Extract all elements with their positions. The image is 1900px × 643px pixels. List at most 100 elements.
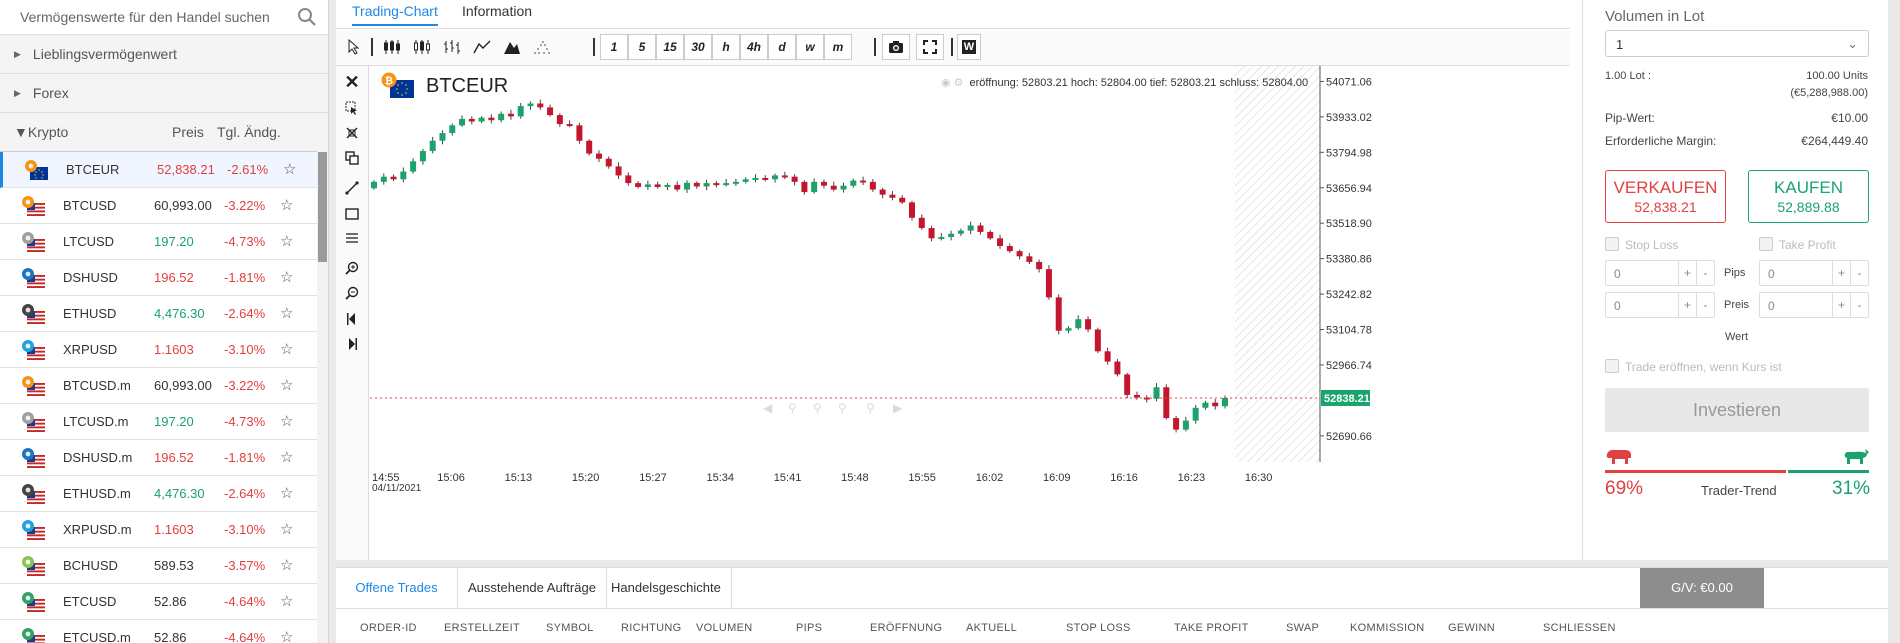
timeframe-button[interactable]: 1 [600,34,628,60]
star-icon[interactable]: ☆ [280,448,293,466]
timeframe-button[interactable]: h [712,34,740,60]
plus-icon[interactable]: + [1832,293,1850,317]
minus-icon[interactable]: - [1696,293,1714,317]
plus-icon[interactable]: + [1678,293,1696,317]
asset-row[interactable]: ETHUSD 4,476.30 -2.64% ☆ [0,296,328,332]
stop-loss-price-input[interactable]: 0 + - [1605,292,1715,318]
trade-open-checkbox[interactable] [1605,359,1619,373]
timeframe-button[interactable]: 5 [628,34,656,60]
timeframe-button[interactable]: 4h [740,34,768,60]
asset-row[interactable]: BTCUSD 60,993.00 -3.22% ☆ [0,188,328,224]
star-icon[interactable]: ☆ [280,268,293,286]
asset-row[interactable]: XRPUSD 1.1603 -3.10% ☆ [0,332,328,368]
minus-icon[interactable]: - [1850,261,1868,285]
candlestick-chart[interactable]: 54071.06 53933.02 53794.98 53656.94 53518.90… [370,66,1570,560]
line-chart-icon[interactable] [468,34,496,60]
nav-zoom-icon[interactable]: ⚲ [813,401,822,415]
zoom-in-icon[interactable] [339,256,365,280]
select-area-icon[interactable] [339,96,365,120]
fibonacci-icon[interactable] [339,226,365,250]
hollow-candles-icon[interactable] [408,34,436,60]
rectangle-icon[interactable] [339,202,365,226]
star-icon[interactable]: ☆ [280,556,293,574]
buy-button[interactable]: KAUFEN 52,889.88 [1748,170,1869,223]
star-icon[interactable]: ☆ [280,592,293,610]
asset-search[interactable]: Vermögenswerte für den Handel suchen [0,0,328,35]
candles-icon[interactable] [378,34,406,60]
ohlc-bars-icon[interactable] [438,34,466,60]
asset-row[interactable]: DSHUSD 196.52 -1.81% ☆ [0,260,328,296]
star-icon[interactable]: ☆ [283,160,296,178]
delete-drawings-icon[interactable] [339,121,365,145]
asset-row[interactable]: ETCUSD 52.86 -4.64% ☆ [0,584,328,620]
star-icon[interactable]: ☆ [280,340,293,358]
column-header: AKTUELL [966,622,1018,634]
star-icon[interactable]: ☆ [280,412,293,430]
timeframe-button[interactable]: 30 [684,34,712,60]
star-icon[interactable]: ☆ [280,520,293,538]
star-icon[interactable]: ☆ [280,484,293,502]
trend-line-icon[interactable] [339,176,365,200]
nav-zoom-in-icon[interactable]: ⚲ [788,401,797,415]
tab-information[interactable]: Information [462,3,532,19]
group-forex[interactable]: ▶ Forex [0,74,328,113]
search-input[interactable]: Vermögenswerte für den Handel suchen [20,9,296,25]
asset-row[interactable]: XRPUSD.m 1.1603 -3.10% ☆ [0,512,328,548]
tab-open-trades[interactable]: Offene Trades [336,568,458,608]
tab-trade-history[interactable]: Handelsgeschichte [601,568,732,608]
take-profit-pips-input[interactable]: 0 + - [1759,260,1869,286]
star-icon[interactable]: ☆ [280,232,293,250]
asset-list-scrollbar[interactable] [317,150,328,643]
price-chart[interactable]: 54071.06 53933.02 53794.98 53656.94 53518.90… [370,66,1570,560]
timeframe-button[interactable]: 15 [656,34,684,60]
sell-button[interactable]: VERKAUFEN 52,838.21 [1605,170,1726,223]
camera-icon[interactable] [882,34,910,60]
dots-chart-icon[interactable] [528,34,556,60]
nav-left-icon[interactable]: ◀ [763,401,773,415]
nav-right-icon[interactable]: ▶ [893,401,903,415]
volume-select[interactable]: 1 ⌄ [1605,30,1869,57]
visibility-icon[interactable]: ◉ ⚙ [941,76,964,89]
timeframe-button[interactable]: w [796,34,824,60]
scrollbar-thumb[interactable] [318,152,327,262]
invest-button[interactable]: Investieren [1605,388,1869,432]
zoom-out-icon[interactable] [339,281,365,305]
take-profit-checkbox[interactable] [1759,237,1773,251]
minus-icon[interactable]: - [1850,293,1868,317]
nav-reset-icon[interactable]: ⚲ [866,401,875,415]
asset-row[interactable]: LTCUSD 197.20 -4.73% ☆ [0,224,328,260]
stop-loss-checkbox[interactable] [1605,237,1619,251]
asset-row[interactable]: BTCUSD.m 60,993.00 -3.22% ☆ [0,368,328,404]
scroll-left-icon[interactable] [339,307,365,331]
timeframe-button[interactable]: d [768,34,796,60]
group-krypto[interactable]: ▼ Krypto Preis Tgl. Ändg. [0,113,328,152]
tab-pending-orders[interactable]: Ausstehende Aufträge [458,568,607,608]
asset-row[interactable]: ETCUSD.m 52.86 -4.64% ☆ [0,620,328,643]
asset-row[interactable]: BCHUSD 589.53 -3.57% ☆ [0,548,328,584]
asset-row[interactable]: BTCEUR 52,838.21 -2.61% ☆ [0,152,328,188]
star-icon[interactable]: ☆ [280,376,293,394]
area-chart-icon[interactable] [498,34,526,60]
tab-trading-chart[interactable]: Trading-Chart [352,3,438,26]
scroll-right-icon[interactable] [339,332,365,356]
star-icon[interactable]: ☆ [280,628,293,643]
clone-icon[interactable] [339,146,365,170]
asset-row[interactable]: LTCUSD.m 197.20 -4.73% ☆ [0,404,328,440]
asset-row[interactable]: ETHUSD.m 4,476.30 -2.64% ☆ [0,476,328,512]
cursor-icon[interactable] [340,34,368,60]
stop-loss-pips-input[interactable]: 0 + - [1605,260,1715,286]
plus-icon[interactable]: + [1832,261,1850,285]
timeframe-button[interactable]: m [824,34,852,60]
asset-row[interactable]: DSHUSD.m 196.52 -1.81% ☆ [0,440,328,476]
plus-icon[interactable]: + [1678,261,1696,285]
w-icon[interactable]: W [957,34,981,60]
star-icon[interactable]: ☆ [280,304,293,322]
close-icon[interactable]: ✕ [339,70,365,94]
star-icon[interactable]: ☆ [280,196,293,214]
fullscreen-icon[interactable] [916,34,944,60]
group-favorites[interactable]: ▶ Lieblingsvermögenwert [0,35,328,74]
minus-icon[interactable]: - [1696,261,1714,285]
nav-zoom-out-icon[interactable]: ⚲ [838,401,847,415]
take-profit-price-input[interactable]: 0 + - [1759,292,1869,318]
search-icon[interactable] [296,6,318,28]
